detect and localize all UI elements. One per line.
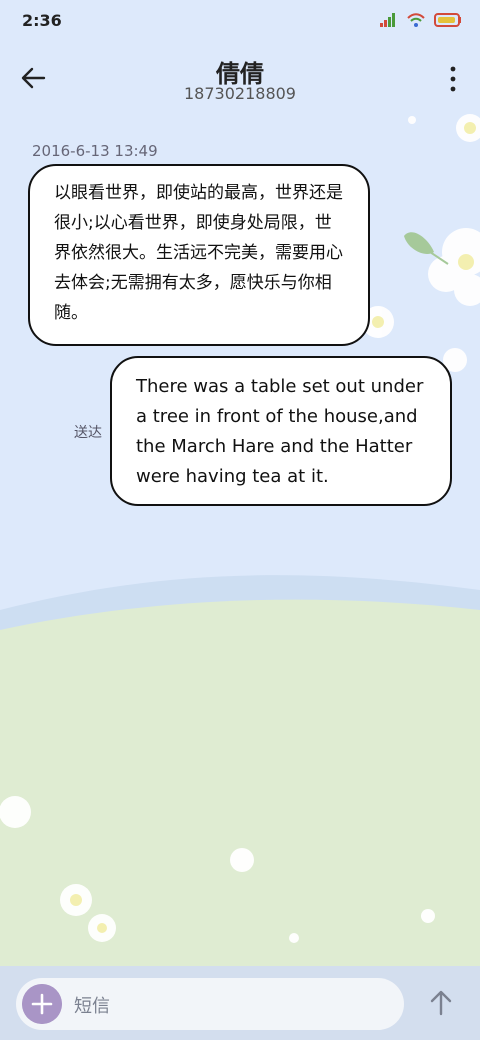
message-input-placeholder: 短信 [74,996,110,1017]
outgoing-message-bubble[interactable]: There was a table set out under a tree i… [110,356,452,506]
battery-icon [434,13,461,27]
incoming-message-bubble[interactable]: 以眼看世界，即使站的最高，世界还是很小;以心看世界，即使身处局限，世界依然很大。… [28,164,370,346]
conversation-header: 倩倩 18730218809 [0,44,480,120]
more-options-icon[interactable] [446,64,460,94]
outgoing-message-text: There was a table set out under a tree i… [136,376,424,487]
send-arrow-icon[interactable] [424,986,458,1020]
contact-phone-number: 18730218809 [184,84,296,103]
message-composer: 短信 [0,966,480,1040]
status-time: 2:36 [22,11,62,30]
message-input[interactable]: 短信 [16,978,404,1030]
incoming-message-text: 以眼看世界，即使站的最高，世界还是很小;以心看世界，即使身处局限，世界依然很大。… [54,183,343,323]
message-timestamp: 2016-6-13 13:49 [32,142,158,160]
signal-icon [380,13,395,27]
wifi-icon [407,13,425,27]
add-attachment-icon[interactable] [22,984,62,1024]
status-bar: 2:36 [0,0,480,44]
delivery-status: 送达 [74,425,102,441]
